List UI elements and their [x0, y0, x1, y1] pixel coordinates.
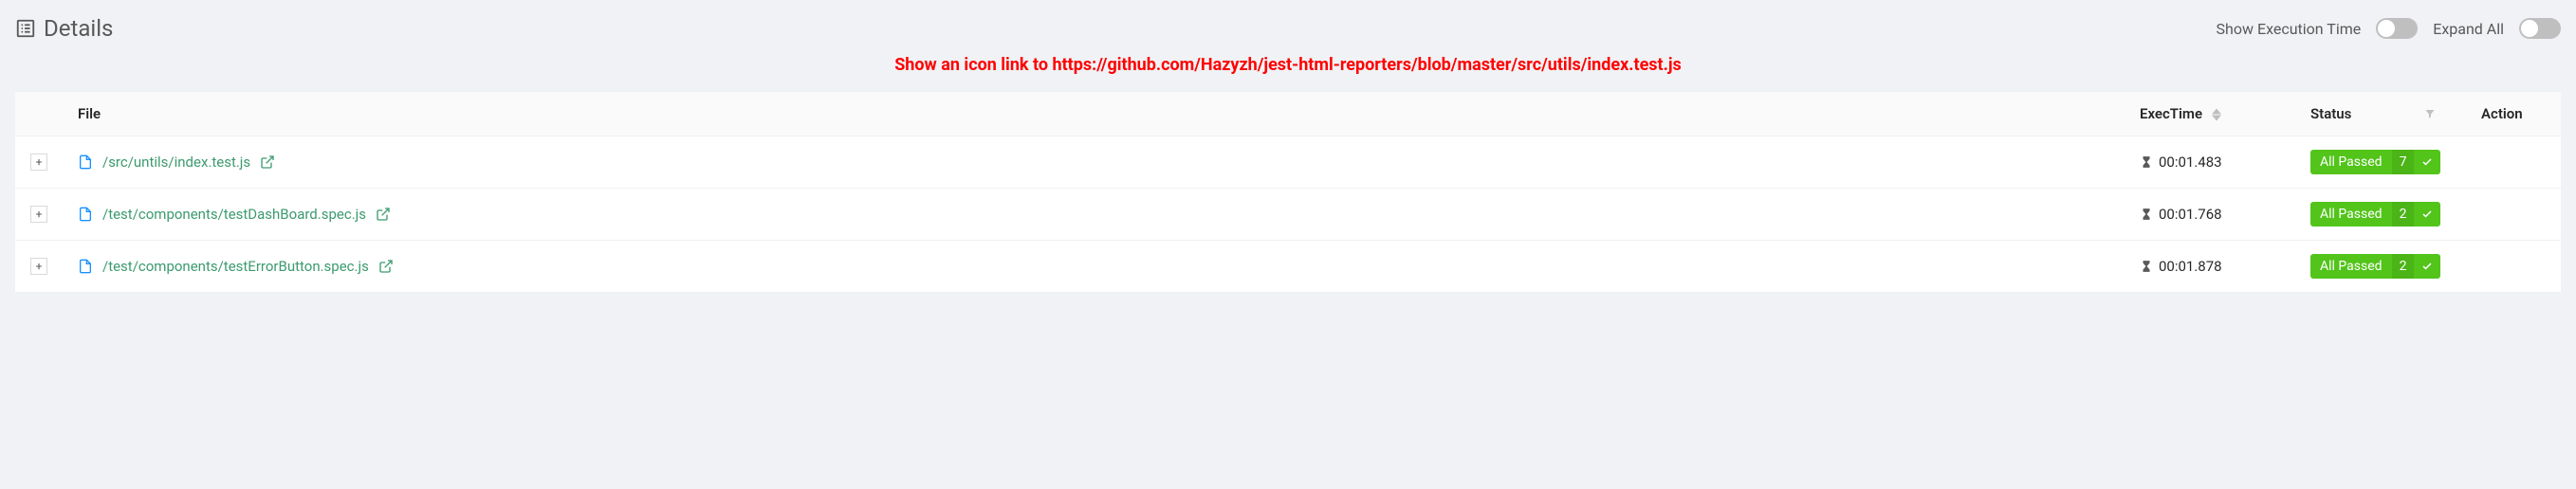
- col-expand: [15, 92, 63, 136]
- filter-icon[interactable]: [2424, 108, 2436, 119]
- expand-button[interactable]: +: [30, 206, 47, 223]
- table-row: + /test/components/testErrorButton.spec.…: [15, 241, 2561, 293]
- col-file: File: [63, 92, 2125, 136]
- status-badge: All Passed 2: [2310, 254, 2440, 279]
- annotation-text: Show an icon link to https://github.com/…: [15, 49, 2561, 75]
- file-path: /test/components/testDashBoard.spec.js: [102, 206, 366, 223]
- check-icon: [2421, 208, 2433, 220]
- expand-all-label: Expand All: [2433, 20, 2504, 38]
- page-title: Details: [44, 15, 113, 42]
- exec-time: 00:01.768: [2159, 206, 2222, 223]
- check-icon: [2421, 156, 2433, 168]
- col-status[interactable]: Status: [2295, 92, 2466, 136]
- results-table: File ExecTime Status: [15, 92, 2561, 293]
- table-row: + /test/components/testDashBoard.spec.js: [15, 189, 2561, 241]
- hourglass-icon: [2140, 260, 2153, 273]
- col-action: Action: [2466, 92, 2561, 136]
- expand-button[interactable]: +: [30, 154, 47, 171]
- show-exec-time-toggle[interactable]: [2376, 18, 2418, 39]
- status-badge: All Passed 7: [2310, 150, 2440, 174]
- file-icon: [78, 259, 93, 274]
- exec-time: 00:01.878: [2159, 258, 2222, 275]
- file-path: /test/components/testErrorButton.spec.js: [102, 258, 369, 275]
- details-icon: [15, 18, 36, 39]
- status-badge: All Passed 2: [2310, 202, 2440, 226]
- page-title-wrap: Details: [15, 15, 113, 42]
- file-icon: [78, 154, 93, 170]
- sort-icon[interactable]: [2212, 108, 2221, 121]
- file-path: /src/untils/index.test.js: [102, 154, 250, 171]
- check-icon: [2421, 261, 2433, 272]
- hourglass-icon: [2140, 155, 2153, 169]
- file-icon: [78, 207, 93, 222]
- external-link-icon[interactable]: [378, 259, 394, 274]
- show-exec-time-label: Show Execution Time: [2217, 20, 2362, 38]
- external-link-icon[interactable]: [376, 207, 391, 222]
- expand-button[interactable]: +: [30, 258, 47, 275]
- expand-all-toggle[interactable]: [2519, 18, 2561, 39]
- exec-time: 00:01.483: [2159, 154, 2222, 171]
- table-row: + /src/untils/index.test.js: [15, 136, 2561, 189]
- external-link-icon[interactable]: [260, 154, 275, 170]
- col-exectime[interactable]: ExecTime: [2125, 92, 2295, 136]
- hourglass-icon: [2140, 208, 2153, 221]
